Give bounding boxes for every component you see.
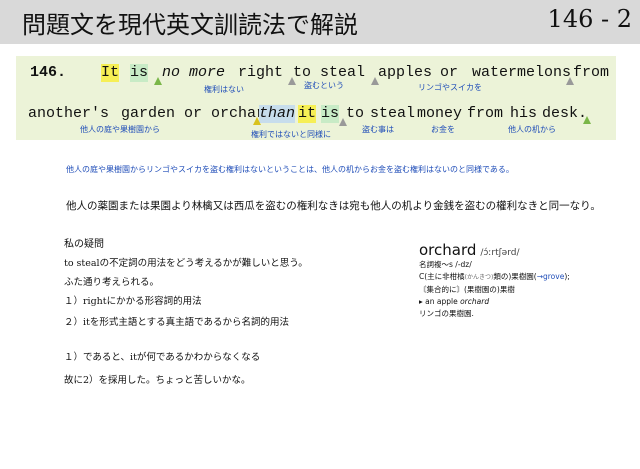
word-or-2: or	[184, 105, 203, 122]
sense-prefix: C(主に非柑橘	[419, 272, 465, 281]
dictionary-example-ja: リンゴの果樹園.	[419, 309, 474, 318]
sentence-number: 146.	[30, 64, 67, 81]
doubt-line: １）rightにかかる形容詞的用法	[64, 296, 202, 307]
note-nusumu-toiu: 盗むという	[304, 81, 344, 90]
doubt-line: １）であると、itが何であるかわからなくなる	[64, 352, 261, 363]
word-no: no	[162, 64, 181, 81]
dictionary-sense: C(主に非柑橘(かんきつ)類の)果樹園(→grove);	[419, 271, 619, 284]
doubt-line: ふた通り考えられる。	[64, 277, 160, 288]
word-from-2: from	[467, 105, 504, 122]
marker-triangle	[583, 116, 591, 124]
dictionary-collective: 〘集合的に〙(果樹園の)果樹	[419, 285, 515, 294]
word-steal-2: steal	[370, 105, 416, 122]
grove-link[interactable]: →grove	[537, 272, 565, 281]
word-desk: desk.	[542, 105, 588, 122]
word-right: right	[238, 64, 284, 81]
word-garden: garden	[121, 105, 176, 122]
modern-translation: 他人の庭や果樹園からリンゴやスイカを盗む権利はないということは、他人の机からお金…	[66, 165, 514, 174]
word-more: more	[189, 64, 226, 81]
word-than: than	[259, 105, 296, 123]
header-bar: 問題文を現代英文訓読法で解説 146 - 2	[0, 0, 640, 44]
dictionary-example-en: ▸ an apple orchard	[419, 296, 619, 308]
note-tsukue: 他人の机から	[508, 125, 556, 134]
example-word: orchard	[460, 297, 490, 306]
page-number: 146 - 2	[547, 5, 632, 33]
word-to-2: to	[346, 105, 365, 122]
example-prefix: an apple	[425, 297, 461, 306]
word-anothers: another's	[28, 105, 110, 122]
sense-end: );	[564, 272, 570, 281]
slide-title: 問題文を現代英文訓読法で解説	[22, 11, 358, 39]
word-his: his	[510, 105, 538, 122]
word-is-2: is	[321, 105, 340, 123]
note-onaji: 権利ではないと同様に	[251, 130, 331, 139]
doubt-line: to stealの不定詞の用法をどう考えるかが難しいと思う。	[64, 258, 308, 269]
doubts-heading: 私の疑問	[64, 239, 104, 250]
word-from: from	[573, 64, 610, 81]
word-apples: apples	[378, 64, 433, 81]
marker-triangle	[566, 77, 574, 85]
classical-reading: 他人の薬園または果園より林檎又は西瓜を盗むの権利なきは宛も他人の机より金銭を盗む…	[66, 200, 601, 212]
doubt-line: 故に2）を採用した。ちょっと苦しいかな。	[64, 375, 251, 386]
word-it-2: it	[298, 105, 317, 123]
word-is: is	[130, 64, 149, 82]
marker-triangle	[339, 118, 347, 126]
dictionary-headword: orchard	[419, 241, 477, 259]
marker-triangle	[371, 77, 379, 85]
dictionary-pronunciation: /ɔ́ːrtʃərd/	[480, 248, 520, 258]
marker-triangle	[288, 77, 296, 85]
word-watermelons: watermelons	[472, 64, 572, 81]
sense-ruby: (かんきつ)	[464, 274, 494, 281]
word-money: money	[417, 105, 463, 122]
note-niwa: 他人の庭や果樹園から	[80, 125, 160, 134]
note-kenri: 権利はない	[204, 85, 244, 94]
word-it: It	[101, 64, 120, 82]
doubt-line: ２）itを形式主語とする真主語であるから名詞的用法	[64, 317, 289, 328]
sense-suffix: 類の)果樹園(	[493, 272, 537, 281]
note-ringo: リンゴやスイカを	[418, 83, 482, 92]
dictionary-plural: 名詞複〜s /-dz/	[419, 260, 472, 269]
dictionary-entry: orchard/ɔ́ːrtʃərd/ 名詞複〜s /-dz/ C(主に非柑橘(か…	[419, 240, 619, 320]
marker-triangle	[253, 117, 261, 125]
note-nusumu-koto: 盗む事は	[362, 125, 394, 134]
word-or: or	[440, 64, 459, 81]
note-okane: お金を	[431, 125, 455, 134]
marker-triangle	[154, 77, 162, 85]
